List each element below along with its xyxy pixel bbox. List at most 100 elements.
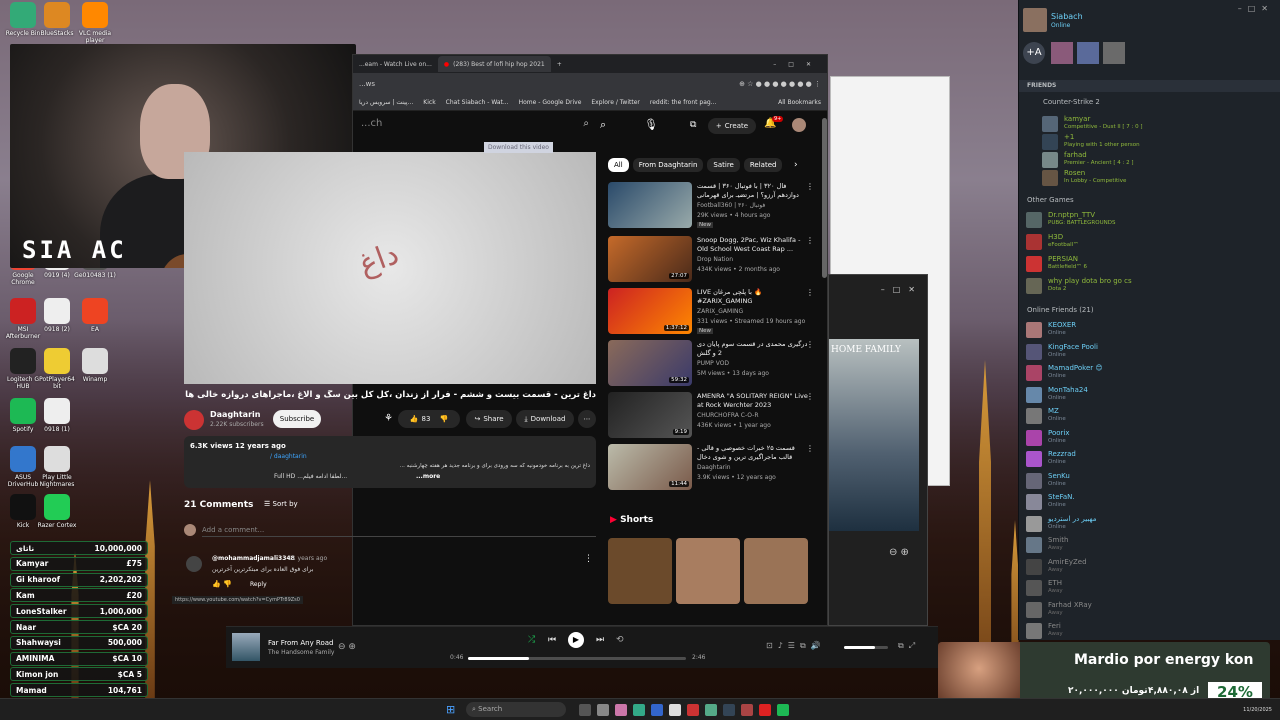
video-title[interactable]: درگیری محمدی در قسمت سوم پایان دی 2 و گل… (697, 340, 809, 358)
progress-bar[interactable] (468, 657, 686, 660)
friend-item[interactable]: why play dota bro go cs Dota 2 (1024, 276, 1274, 296)
bookmark-item[interactable]: Chat Siabach - Wat... (446, 99, 509, 106)
fullscreen-icons[interactable]: ⧉⤢ (898, 641, 920, 651)
share-button[interactable]: ↪ Share (466, 410, 512, 428)
steam-username[interactable]: Siabach (1051, 12, 1083, 21)
more-options-icon[interactable]: ⋮ (806, 236, 814, 245)
more-options-icon[interactable]: ⋮ (806, 288, 814, 297)
channel-name[interactable]: Drop Nation (697, 256, 733, 263)
friend-item[interactable]: Smith Away (1024, 535, 1274, 555)
chip-satire[interactable]: Satire (707, 158, 740, 172)
desktop-icon[interactable]: PotPlayer64 bit (36, 348, 78, 390)
desktop-icon[interactable]: VLC media player (74, 2, 116, 44)
reply-button[interactable]: Reply (250, 581, 267, 588)
repeat-icon[interactable]: ⟲ (616, 635, 624, 645)
recommendation-item[interactable]: 9:19 AMENRA "A SOLITARY REIGN" Live at Ro… (608, 392, 818, 440)
group-cs2[interactable]: Counter-Strike 2 (1043, 98, 1100, 106)
video-thumbnail[interactable]: 11:44 (608, 444, 692, 490)
friend-item[interactable]: kamyar Competitive - Dust II [ 7 : 0 ] (1040, 114, 1280, 134)
comment-like-icon[interactable]: 👍 👎 (212, 580, 232, 588)
desktop-icon[interactable]: Winamp (74, 348, 116, 383)
chat-avatar[interactable] (1051, 42, 1073, 64)
friend-item[interactable]: Rezzrad Online (1024, 449, 1274, 469)
friend-item[interactable]: AmirEyZed Away (1024, 557, 1274, 577)
video-thumbnail[interactable]: 1:37:12 (608, 288, 692, 334)
recommendation-item[interactable]: 59:32 درگیری محمدی در قسمت سوم پایان دی 2… (608, 340, 818, 388)
video-title[interactable]: AMENRA "A SOLITARY REIGN" Live at Rock W… (697, 392, 809, 410)
taskbar-apps[interactable] (576, 704, 792, 716)
tab-twitch[interactable]: ...eam - Watch Live on... (353, 56, 438, 72)
channel-name[interactable]: Daaghtarin (210, 410, 260, 419)
sort-by-button[interactable]: ☰ Sort by (264, 500, 298, 508)
friend-item[interactable]: ETH Away (1024, 578, 1274, 598)
friend-item[interactable]: H3D eFootball™ (1024, 232, 1274, 252)
mic-icon[interactable]: 🎙 (644, 118, 658, 131)
bookmark-item[interactable]: Kick (423, 99, 435, 106)
friend-item[interactable]: Rosen In Lobby - Competitive (1040, 168, 1280, 188)
group-online-friends[interactable]: Online Friends (21) (1027, 306, 1094, 314)
add-friend-button[interactable]: +A (1023, 42, 1045, 64)
friend-item[interactable]: +1 Playing with 1 other person (1040, 132, 1280, 152)
start-icon[interactable]: ⊞ (446, 703, 455, 716)
channel-name[interactable]: CHURCHOFRA C-O-R (697, 412, 759, 419)
comment-author[interactable]: @mohammadjamali3348 (212, 555, 295, 562)
user-avatar[interactable] (1023, 8, 1047, 32)
new-tab-button[interactable]: + (557, 61, 562, 68)
desktop-icon[interactable]: Play Little Nightmares (36, 446, 78, 488)
desktop-icon[interactable]: 0918 (1) (36, 398, 78, 433)
window-controls[interactable]: –□✕ (773, 61, 827, 68)
friend-item[interactable]: MZ Online (1024, 406, 1274, 426)
channel-name[interactable]: Daaghtarin (697, 464, 731, 471)
desktop-icon[interactable]: EA (74, 298, 116, 333)
shuffle-icon[interactable]: ⤮ (528, 635, 535, 645)
add-to-playlist-icon[interactable]: ⊖ ⊕ (338, 642, 356, 652)
video-title[interactable]: Snoop Dogg, 2Pac, Wiz Khalifa - Old Scho… (697, 236, 809, 254)
video-thumbnail[interactable]: 59:32 (608, 340, 692, 386)
hashtag-link[interactable]: / daaghtarin (270, 453, 307, 460)
short-thumbnail[interactable] (608, 538, 672, 604)
more-options-icon[interactable]: ⋮ (806, 182, 814, 191)
channel-name[interactable]: ZARIX_GAMING (697, 308, 743, 315)
subscribe-button[interactable]: Subscribe (273, 410, 321, 428)
video-title[interactable]: LIVE با پلچی مرغان 🔥 #ZARIX_GAMING (697, 288, 809, 306)
comment-menu-icon[interactable]: ⋮ (584, 554, 593, 564)
like-dislike-button[interactable]: 👍 83 👎 (398, 410, 460, 428)
friend-item[interactable]: MamadPoker 😊 Online (1024, 363, 1274, 383)
channel-avatar[interactable] (184, 410, 204, 430)
window-controls[interactable]: –□✕ (881, 285, 923, 294)
video-thumbnail[interactable]: 27:07 (608, 236, 692, 282)
chat-avatar[interactable] (1103, 42, 1125, 64)
tab-youtube[interactable]: ● (283) Best of lofi hip hop 2021 (437, 56, 551, 72)
taskbar-search[interactable]: ⌕ Search (466, 702, 566, 717)
desktop-icon[interactable]: 0918 (2) (36, 298, 78, 333)
bookmark-item[interactable]: Explore / Twitter (591, 99, 639, 106)
video-title[interactable]: قسمت ۲۵ خبرات خصوصی و قالی - قالب ماجراگ… (697, 444, 809, 462)
short-thumbnail[interactable] (676, 538, 740, 604)
volume-slider[interactable] (844, 646, 888, 649)
more-options-icon[interactable]: ⋮ (806, 392, 814, 401)
friend-item[interactable]: Farhad XRay Away (1024, 600, 1274, 620)
clock[interactable]: 11/20/2025 (1243, 707, 1272, 713)
friend-item[interactable]: Poorix Online (1024, 428, 1274, 448)
friend-item[interactable]: KEOXER Online (1024, 320, 1274, 340)
desktop-icon[interactable]: BlueStacks (36, 2, 78, 37)
song-artist[interactable]: The Handsome Family (268, 649, 334, 656)
friend-item[interactable]: SenKu Online (1024, 471, 1274, 491)
channel-name[interactable]: PUMP VOD (697, 360, 729, 367)
chevron-right-icon[interactable]: › (794, 160, 798, 170)
friend-item[interactable]: PERSIAN Battlefield™ 6 (1024, 254, 1274, 274)
recommendation-item[interactable]: 11:44 قسمت ۲۵ خبرات خصوصی و قالی - قالب م… (608, 444, 818, 492)
zoom-controls[interactable]: ⊖ ⊕ (889, 547, 909, 558)
thanks-icon[interactable]: ⚘ (384, 413, 393, 424)
friend-item[interactable]: KingFace Pooli Online (1024, 342, 1274, 362)
song-title[interactable]: Far From Any Road (268, 639, 334, 647)
friend-item[interactable]: farhad Premier - Ancient [ 4 : 2 ] (1040, 150, 1280, 170)
friend-item[interactable]: Dr.nptpn_TTV PUBG: BATTLEGROUNDS (1024, 210, 1274, 230)
address-bar[interactable]: ...ws ⊕ ☆ ● ● ● ● ● ● ● ⋮ (353, 73, 827, 95)
play-button[interactable]: ▶ (568, 632, 584, 648)
video-thumbnail[interactable] (608, 182, 692, 228)
cast-icon[interactable]: ⧉ (690, 120, 696, 130)
next-icon[interactable]: ⏭ (596, 635, 604, 645)
group-other-games[interactable]: Other Games (1027, 196, 1074, 204)
friend-item[interactable]: Feri Away (1024, 621, 1274, 641)
